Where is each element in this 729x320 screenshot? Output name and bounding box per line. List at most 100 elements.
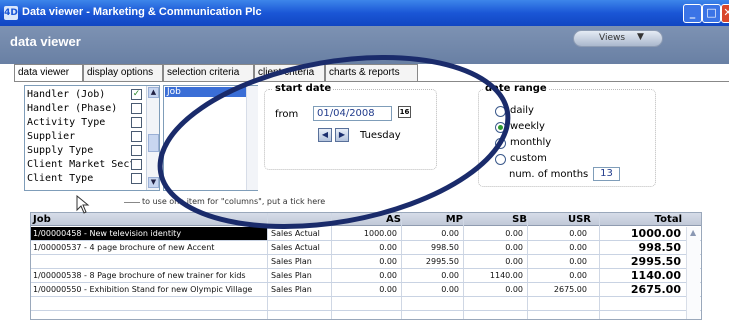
scroll-up-icon[interactable]: ▲: [148, 87, 159, 98]
tab-selection-criteria[interactable]: selection criteria: [163, 64, 254, 81]
calendar-icon[interactable]: 16: [398, 106, 411, 118]
tab-data-viewer[interactable]: data viewer: [14, 64, 83, 82]
table-row[interactable]: [31, 297, 701, 311]
list-item[interactable]: Handler (Phase): [27, 103, 131, 114]
list-item[interactable]: Supplier: [27, 131, 131, 142]
tab-charts-reports[interactable]: charts & reports: [325, 64, 418, 81]
checkbox-client-market-sector[interactable]: [131, 159, 142, 170]
tab-display-options[interactable]: display options: [83, 64, 163, 81]
checkbox-handler-job[interactable]: ✓: [131, 89, 142, 100]
num-months-label: num. of months: [509, 169, 589, 180]
scroll-thumb[interactable]: [148, 134, 159, 152]
start-date-title: start date: [273, 83, 334, 94]
checkbox-supply-type[interactable]: [131, 145, 142, 156]
scroll-up-icon[interactable]: ▲: [690, 228, 696, 237]
title-bar: 4D Data viewer - Marketing & Communicati…: [0, 0, 729, 26]
radio-selected-icon[interactable]: [495, 122, 506, 133]
page-title: data viewer: [10, 34, 81, 49]
list-scrollbar[interactable]: ▲ ▼: [146, 86, 159, 190]
checkbox-supplier[interactable]: [131, 131, 142, 142]
chevron-down-icon: ▼: [637, 32, 644, 42]
num-months-input[interactable]: 13: [593, 167, 620, 181]
views-label: Views: [599, 33, 626, 43]
selected-columns-list[interactable]: Job: [163, 85, 258, 191]
total-cell: 998.50: [638, 241, 681, 254]
column-header-sb[interactable]: SB: [463, 214, 527, 225]
checkbox-handler-phase[interactable]: [131, 103, 142, 114]
as-cell: 0.00: [379, 243, 397, 252]
radio-label: custom: [510, 153, 547, 164]
date-range-title: date range: [483, 83, 549, 94]
close-button[interactable]: ✕: [721, 4, 729, 23]
start-date-group: start date from 01/04/2008 16 ◀ ▶ Tuesda…: [264, 83, 437, 170]
column-header-mp[interactable]: MP: [401, 214, 463, 225]
job-cell[interactable]: 1/00000458 - New television identity: [31, 227, 267, 240]
list-item[interactable]: Activity Type: [27, 117, 131, 128]
job-cell[interactable]: 1/00000537 - 4 page brochure of new Acce…: [33, 243, 214, 252]
scroll-down-icon[interactable]: ▼: [148, 177, 159, 188]
selected-item-job[interactable]: Job: [165, 87, 247, 97]
mp-cell: 0.00: [441, 229, 459, 238]
maximize-button[interactable]: □: [702, 4, 721, 23]
next-day-button[interactable]: ▶: [335, 128, 349, 142]
from-label: from: [275, 109, 299, 120]
data-table: Job AS MP SB USR Total 1/00000458 - New …: [30, 212, 702, 320]
mouse-cursor-icon: [76, 195, 90, 214]
radio-daily[interactable]: daily: [495, 105, 534, 117]
date-range-group: date range daily weekly monthly custom n…: [478, 83, 656, 187]
tab-client-criteria[interactable]: client criteria: [254, 64, 325, 81]
table-row[interactable]: Sales Plan 0.00 2995.50 0.00 0.00 2995.5…: [31, 255, 701, 269]
radio-icon[interactable]: [495, 106, 506, 117]
radio-weekly[interactable]: weekly: [495, 121, 545, 133]
list-item[interactable]: Supply Type: [27, 145, 131, 156]
list-item[interactable]: Client Type: [27, 173, 131, 184]
checkbox-client-type[interactable]: [131, 173, 142, 184]
table-header: Job AS MP SB USR Total: [31, 213, 701, 226]
column-header-total[interactable]: Total: [603, 214, 682, 225]
day-of-week-label: Tuesday: [360, 130, 401, 141]
selected-list-scrollbar[interactable]: [246, 86, 258, 190]
views-dropdown[interactable]: Views ▼: [573, 30, 663, 47]
usr-cell: 0.00: [569, 229, 587, 238]
radio-icon[interactable]: [495, 154, 506, 165]
list-item[interactable]: Handler (Job): [27, 89, 131, 100]
column-header-job[interactable]: Job: [33, 214, 51, 225]
mp-cell: 998.50: [431, 243, 459, 252]
table-row[interactable]: 1/00000538 - 8 Page brochure of new trai…: [31, 269, 701, 283]
column-header-as[interactable]: AS: [331, 214, 401, 225]
column-list[interactable]: Handler (Job) ✓ Handler (Phase) Activity…: [24, 85, 160, 191]
minimize-button[interactable]: _: [683, 4, 702, 23]
total-cell: 2675.00: [630, 283, 681, 296]
as-cell: 1000.00: [363, 229, 397, 238]
list-item[interactable]: Client Market Secto: [27, 159, 131, 170]
usr-cell: 0.00: [569, 243, 587, 252]
radio-custom[interactable]: custom: [495, 153, 547, 165]
table-row[interactable]: 1/00000550 - Exhibition Stand for new Ol…: [31, 283, 701, 297]
previous-day-button[interactable]: ◀: [318, 128, 332, 142]
column-header-usr[interactable]: USR: [527, 214, 591, 225]
job-cell[interactable]: 1/00000550 - Exhibition Stand for new Ol…: [33, 285, 252, 294]
sb-cell: 1140.00: [489, 271, 523, 280]
window-title: Data viewer - Marketing & Communication …: [22, 6, 262, 18]
sb-cell: 0.00: [505, 243, 523, 252]
mp-cell: 0.00: [441, 285, 459, 294]
radio-label: daily: [510, 105, 534, 116]
mp-cell: 2995.50: [425, 257, 459, 266]
as-cell: 0.00: [379, 257, 397, 266]
job-cell[interactable]: 1/00000538 - 8 Page brochure of new trai…: [33, 271, 246, 280]
type-cell: Sales Plan: [271, 271, 312, 280]
total-cell: 1000.00: [630, 227, 681, 240]
table-row[interactable]: 1/00000537 - 4 page brochure of new Acce…: [31, 241, 701, 255]
column-hint-text: to use one item for "columns", put a tic…: [142, 197, 326, 206]
table-row[interactable]: 1/00000458 - New television identity Sal…: [31, 227, 701, 241]
table-scrollbar[interactable]: ▲: [686, 227, 700, 319]
checkbox-activity-type[interactable]: [131, 117, 142, 128]
start-date-input[interactable]: 01/04/2008: [313, 106, 392, 121]
type-cell: Sales Actual: [271, 229, 320, 238]
total-cell: 1140.00: [630, 269, 681, 282]
type-cell: Sales Plan: [271, 285, 312, 294]
type-cell: Sales Plan: [271, 257, 312, 266]
radio-monthly[interactable]: monthly: [495, 137, 551, 149]
usr-cell: 2675.00: [553, 285, 587, 294]
radio-icon[interactable]: [495, 138, 506, 149]
